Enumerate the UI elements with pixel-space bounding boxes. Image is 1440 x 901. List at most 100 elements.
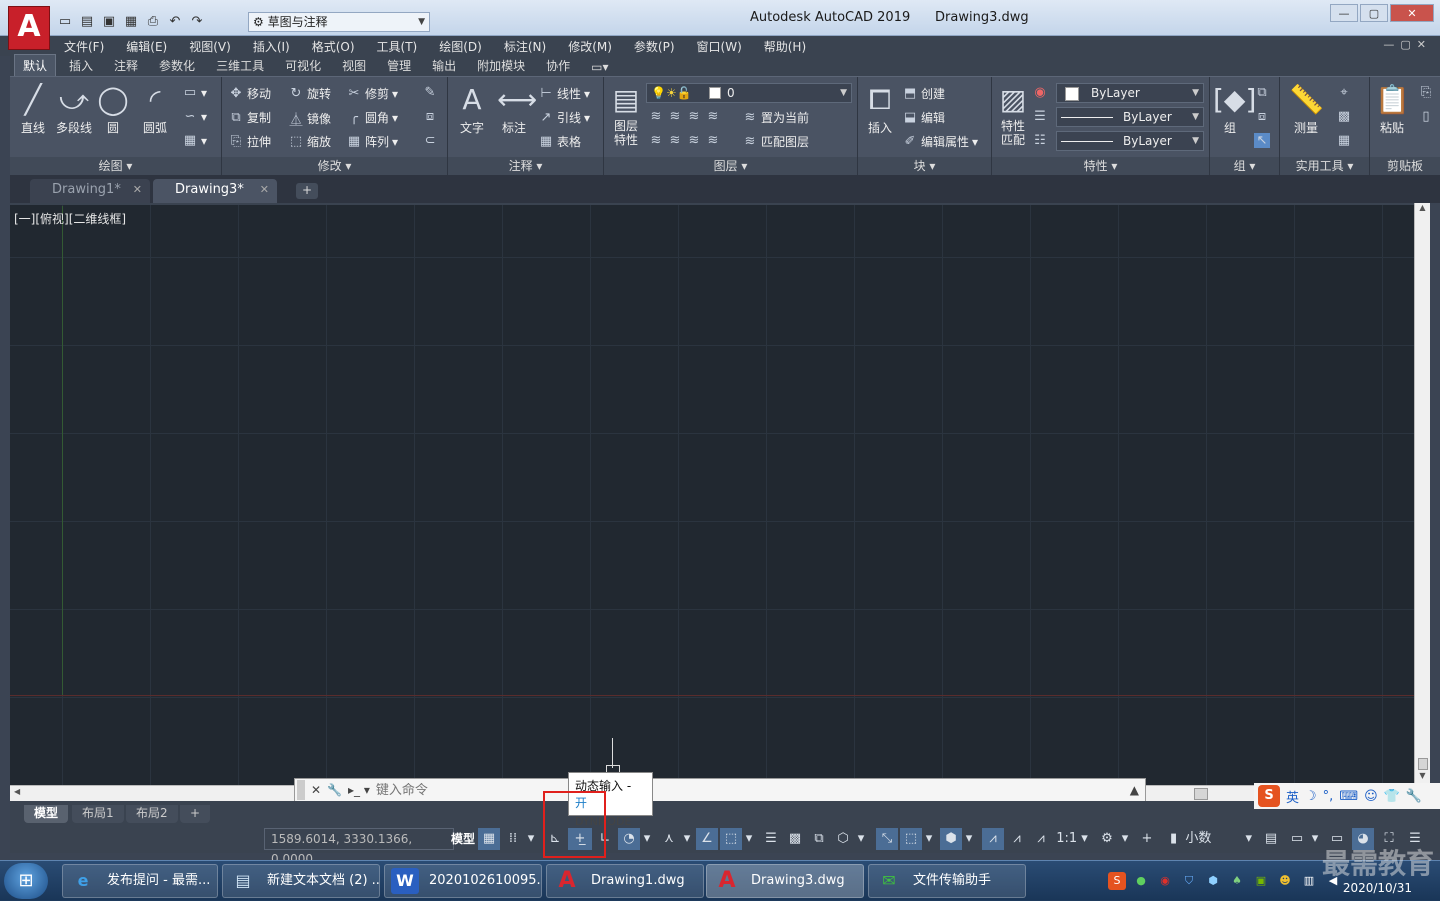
match-properties-button[interactable]: ▨ 特性 匹配 [996, 83, 1030, 147]
trim-button[interactable]: ✂ 修剪 ▾ [346, 85, 399, 102]
weibo-tray-icon[interactable]: ◉ [1156, 872, 1174, 890]
tab-manage[interactable]: 管理 [379, 55, 419, 76]
create-block-button[interactable]: ⬒ 创建 [902, 85, 945, 102]
sogou-icon[interactable]: S [1258, 785, 1280, 807]
chevron-down-icon[interactable]: ▾ [742, 828, 756, 850]
moon-icon[interactable]: ☽ [1305, 789, 1317, 804]
keyboard-icon[interactable]: ⌨ [1339, 789, 1358, 804]
tab-home[interactable]: 默认 [14, 54, 57, 76]
transparency-icon[interactable]: ▩ [784, 828, 806, 850]
panel-title-properties[interactable]: 特性 ▾ [992, 157, 1209, 175]
workspace-select[interactable]: ⚙ 草图与注释 ▼ [248, 12, 430, 32]
quick-properties-icon[interactable]: ▤ [1260, 828, 1282, 850]
menu-window[interactable]: 窗口(W) [697, 38, 742, 55]
start-button[interactable]: ⊞ [4, 863, 48, 899]
selection-cycling-icon[interactable]: ⧉ [808, 828, 830, 850]
panel-title-utilities[interactable]: 实用工具 ▾ [1280, 157, 1369, 175]
insert-block-button[interactable]: ⧠ 插入 [862, 83, 898, 136]
table-button[interactable]: ▦ 表格 [538, 133, 581, 150]
document-window-controls[interactable]: —▢✕ [1383, 38, 1432, 51]
chevron-down-icon[interactable]: ▾ [962, 828, 976, 850]
selection-filter-icon[interactable]: ⬚ [900, 828, 922, 850]
rectangle-button[interactable]: ▭ ▾ [182, 85, 207, 100]
tab-layout1[interactable]: 布局1 [72, 805, 124, 823]
scroll-left-icon[interactable]: ◀ [14, 787, 20, 796]
layer-properties-button[interactable]: ▤ 图层 特性 [608, 83, 644, 147]
chevron-down-icon[interactable]: ▾ [854, 828, 868, 850]
polyline-button[interactable]: ⤻ 多段线 [54, 83, 94, 136]
line-button[interactable]: ╱ 直线 [16, 83, 50, 136]
rotate-button[interactable]: ↻ 旋转 [288, 85, 331, 102]
panel-title-block[interactable]: 块 ▾ [858, 157, 991, 175]
command-prompt-icon[interactable]: ▸_ ▾ [348, 783, 370, 797]
panel-title-modify[interactable]: 修改 ▾ [222, 157, 447, 175]
add-layout-button[interactable]: + [180, 805, 211, 823]
group-edit-button[interactable]: ⧈ [1254, 109, 1270, 124]
match-layer-button[interactable]: ≋ 匹配图层 [742, 133, 809, 150]
menu-edit[interactable]: 编辑(E) [126, 38, 167, 55]
wechat-tray-icon[interactable]: ● [1132, 872, 1150, 890]
tab-output[interactable]: 输出 [424, 55, 464, 76]
arc-button[interactable]: ◜ 圆弧 [138, 83, 172, 136]
taskbar-item-wechat[interactable]: ✉ 文件传输助手 [868, 864, 1026, 898]
model-space-button[interactable]: 模型 [448, 828, 478, 850]
erase-button[interactable]: ✎ [422, 85, 438, 100]
tab-3d-tools[interactable]: 三维工具 [208, 55, 272, 76]
measure-button[interactable]: 📏 测量 [1286, 83, 1326, 136]
user-icon[interactable]: ☺ [1364, 789, 1378, 804]
close-icon[interactable]: ✕ [133, 179, 142, 201]
circle-button[interactable]: ◯ 圆 [96, 83, 130, 136]
explode-button[interactable]: ⧈ [422, 109, 438, 124]
lineweight-select[interactable]: ByLayer ▼ [1056, 131, 1204, 151]
menu-help[interactable]: 帮助(H) [764, 38, 806, 55]
object-snap-icon[interactable]: ⬚ [720, 828, 742, 850]
3d-osnap-icon[interactable]: ⬡ [832, 828, 854, 850]
close-icon[interactable]: ✕ [311, 783, 321, 797]
taskbar-item-drawing3[interactable]: A Drawing3.dwg [706, 864, 864, 898]
scale-button[interactable]: ⬚ 缩放 [288, 133, 331, 150]
units-select[interactable]: ▮ 小数 ▾ [1164, 828, 1254, 850]
qq-icon[interactable]: ☻ [1276, 872, 1294, 890]
linear-button[interactable]: ⊢ 线性 ▾ [538, 85, 590, 102]
close-button[interactable]: ✕ [1390, 4, 1434, 22]
group-select-toggle[interactable]: ↖ [1254, 133, 1270, 148]
open-icon[interactable]: ▤ [78, 12, 96, 30]
quick-select-button[interactable]: ▩ [1336, 109, 1352, 124]
layer-tools-row-1[interactable]: ≋ ≋ ≋ ≋ [648, 109, 721, 124]
scroll-thumb[interactable] [1418, 758, 1428, 770]
coordinate-readout[interactable]: 1589.6014, 3330.1366, 0.0000 [264, 828, 454, 866]
chevron-down-icon[interactable]: ▾ [922, 828, 936, 850]
dynamic-ucs-icon[interactable]: ⤡ [876, 828, 898, 850]
layer-select[interactable]: 💡☀🔓 0 ▼ [646, 83, 852, 103]
drag-handle[interactable] [297, 780, 305, 800]
clock-date[interactable]: 2020/10/31 [1343, 881, 1412, 895]
fillet-button[interactable]: ╭ 圆角 ▾ [346, 109, 398, 126]
grid-icon[interactable]: ▦ [478, 828, 500, 850]
chevron-down-icon[interactable]: ▾ [1118, 828, 1132, 850]
menu-format[interactable]: 格式(O) [312, 38, 355, 55]
panel-title-layers[interactable]: 图层 ▾ [604, 157, 857, 175]
offset-button[interactable]: ⊂ [422, 133, 438, 148]
box-icon[interactable]: ⬢ [1204, 872, 1222, 890]
shield-icon[interactable]: ⛉ [1180, 872, 1198, 890]
workspace-gear-icon[interactable]: ⚙ [1096, 828, 1118, 850]
tab-collaborate[interactable]: 协作 [538, 55, 578, 76]
panel-title-groups[interactable]: 组 ▾ [1210, 157, 1279, 175]
annotation-visibility-icon[interactable]: ⩘ [982, 828, 1004, 850]
dimension-button[interactable]: ⟷ 标注 [496, 83, 537, 136]
command-input[interactable] [375, 782, 1124, 798]
chevron-down-icon[interactable]: ▾ [524, 828, 538, 850]
print-icon[interactable]: ⎙ [144, 12, 162, 30]
file-tab-drawing3[interactable]: Drawing3* ✕ [153, 179, 277, 203]
panel-title-annotation[interactable]: 注释 ▾ [448, 157, 603, 175]
tab-parametric[interactable]: 参数化 [151, 55, 203, 76]
chevron-down-icon[interactable]: ▾ [680, 828, 694, 850]
lock-ui-icon[interactable]: ▭ [1286, 828, 1308, 850]
shirt-icon[interactable]: 👕 [1384, 789, 1400, 804]
application-menu-button[interactable]: A [8, 6, 50, 50]
new-icon[interactable]: ▭ [56, 12, 74, 30]
viewport-controls[interactable]: [一][俯视][二维线框] [14, 210, 126, 227]
chevron-up-icon[interactable]: ▲ [1130, 783, 1139, 797]
color-select[interactable]: ByLayer ▼ [1056, 83, 1204, 103]
auto-scale-icon[interactable]: ⩘ [1006, 828, 1028, 850]
